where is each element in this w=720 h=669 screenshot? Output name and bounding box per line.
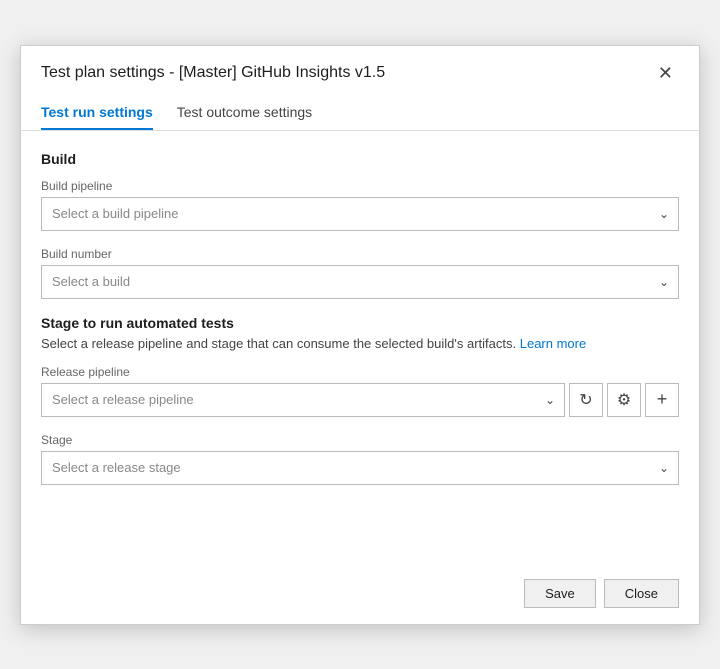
- tab-test-outcome-settings[interactable]: Test outcome settings: [177, 96, 312, 130]
- close-button[interactable]: Close: [604, 579, 679, 608]
- build-pipeline-label: Build pipeline: [41, 179, 679, 193]
- stage-section-desc: Select a release pipeline and stage that…: [41, 335, 679, 353]
- stage-select-wrapper: Select a release stage ⌄: [41, 451, 679, 485]
- build-number-select[interactable]: Select a build: [41, 265, 679, 299]
- tabs-bar: Test run settings Test outcome settings: [21, 96, 699, 131]
- add-button[interactable]: +: [645, 383, 679, 417]
- release-pipeline-select[interactable]: Select a release pipeline: [41, 383, 565, 417]
- release-pipeline-row: Select a release pipeline ⌄ ↻ ⚙ +: [41, 383, 679, 417]
- dialog-header: Test plan settings - [Master] GitHub Ins…: [21, 46, 699, 96]
- dialog-body: Build Build pipeline Select a build pipe…: [21, 131, 699, 563]
- tab-test-run-settings[interactable]: Test run settings: [41, 96, 153, 130]
- save-button[interactable]: Save: [524, 579, 596, 608]
- refresh-button[interactable]: ↻: [569, 383, 603, 417]
- build-section: Build Build pipeline Select a build pipe…: [41, 151, 679, 299]
- stage-label: Stage: [41, 433, 679, 447]
- dialog-title: Test plan settings - [Master] GitHub Ins…: [41, 64, 385, 82]
- refresh-icon: ↻: [579, 390, 592, 410]
- gear-icon: ⚙: [617, 390, 631, 410]
- build-pipeline-select-wrapper: Select a build pipeline ⌄: [41, 197, 679, 231]
- build-number-select-wrapper: Select a build ⌄: [41, 265, 679, 299]
- stage-section-desc-text: Select a release pipeline and stage that…: [41, 336, 516, 351]
- add-icon: +: [657, 389, 668, 410]
- build-pipeline-select[interactable]: Select a build pipeline: [41, 197, 679, 231]
- dialog: Test plan settings - [Master] GitHub Ins…: [20, 45, 700, 625]
- stage-section-title: Stage to run automated tests: [41, 315, 679, 331]
- learn-more-link[interactable]: Learn more: [520, 336, 586, 351]
- dialog-footer: Save Close: [21, 563, 699, 624]
- stage-section: Stage to run automated tests Select a re…: [41, 315, 679, 485]
- dialog-close-button[interactable]: ✕: [652, 62, 679, 84]
- release-pipeline-select-wrapper: Select a release pipeline ⌄: [41, 383, 565, 417]
- build-number-label: Build number: [41, 247, 679, 261]
- settings-button[interactable]: ⚙: [607, 383, 641, 417]
- stage-select[interactable]: Select a release stage: [41, 451, 679, 485]
- release-pipeline-label: Release pipeline: [41, 365, 679, 379]
- build-section-title: Build: [41, 151, 679, 167]
